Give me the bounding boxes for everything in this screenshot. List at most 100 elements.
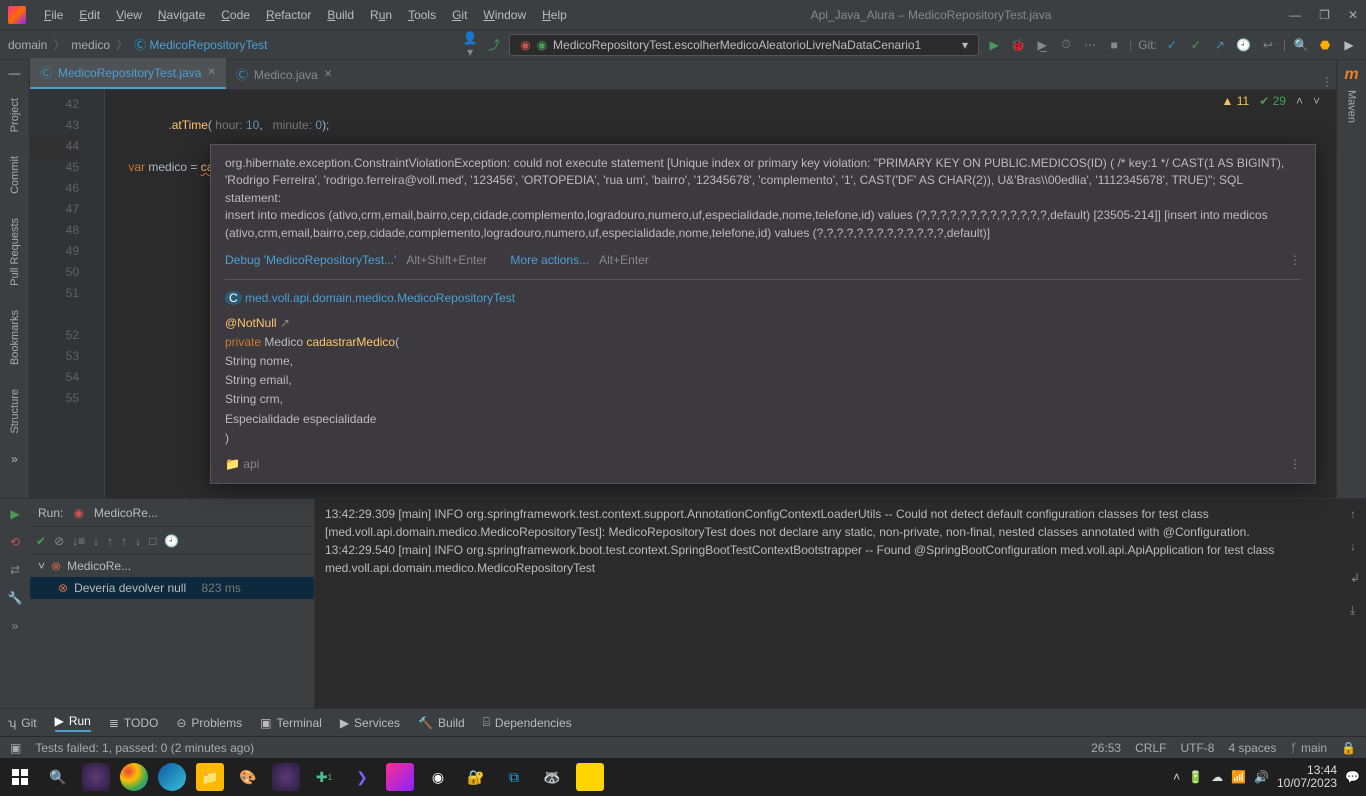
toggle-icon[interactable]: ⇄ bbox=[10, 563, 20, 577]
eclipse2-icon[interactable] bbox=[272, 763, 300, 791]
maximize-button[interactable]: ❐ bbox=[1319, 8, 1330, 22]
tab-medicorepositorytest[interactable]: ⒸMedicoRepositoryTest.java✕ bbox=[30, 58, 226, 89]
git-history-icon[interactable]: 🕘 bbox=[1235, 38, 1253, 52]
eclipse-icon[interactable] bbox=[82, 763, 110, 791]
git-commit-icon[interactable]: ✓ bbox=[1187, 38, 1205, 52]
ide-settings-icon[interactable]: ⬣ bbox=[1316, 38, 1334, 52]
run-config-selector[interactable]: ◉◉ MedicoRepositoryTest.escolherMedicoAl… bbox=[509, 34, 979, 56]
run-icon[interactable]: ▶ bbox=[985, 38, 1003, 52]
export-icon[interactable]: □ bbox=[149, 534, 156, 548]
rerun-icon[interactable]: ▶ bbox=[10, 507, 19, 521]
minimize-button[interactable]: — bbox=[1289, 8, 1301, 22]
test-node-fail[interactable]: ⊗Deveria devolver null 823 ms bbox=[30, 577, 314, 599]
attach-icon[interactable]: ⋯ bbox=[1081, 38, 1099, 52]
next-icon[interactable]: ↓ bbox=[135, 534, 141, 548]
scroll-up-icon[interactable]: ↑ bbox=[1350, 505, 1360, 523]
close-icon[interactable]: ✕ bbox=[324, 69, 332, 80]
explorer-icon[interactable]: 📁 bbox=[196, 763, 224, 791]
app-icon[interactable]: ✚1 bbox=[310, 763, 338, 791]
dependencies-tool-button[interactable]: ⌸ Dependencies bbox=[483, 715, 572, 730]
build-tool-button[interactable]: 🔨 Build bbox=[418, 716, 465, 730]
git-tool-button[interactable]: ʮ Git bbox=[8, 716, 37, 730]
tray-chevron-icon[interactable]: ˄ bbox=[1173, 770, 1180, 784]
intellij-icon[interactable] bbox=[386, 763, 414, 791]
popup-options-icon[interactable]: ⋮ bbox=[1289, 456, 1301, 473]
git-branch[interactable]: ᚶ main bbox=[1290, 741, 1327, 755]
search-icon[interactable]: 🔍 bbox=[1292, 38, 1310, 52]
line-ending[interactable]: CRLF bbox=[1135, 741, 1166, 755]
scroll-down-icon[interactable]: ↓ bbox=[1350, 537, 1360, 555]
project-toolwindow[interactable]: Project bbox=[9, 92, 21, 138]
bookmarks-toolwindow[interactable]: Bookmarks bbox=[9, 304, 21, 371]
maven-icon[interactable]: m bbox=[1344, 66, 1358, 84]
debug-icon[interactable]: 🐞 bbox=[1009, 38, 1027, 52]
caret-position[interactable]: 26:53 bbox=[1091, 741, 1121, 755]
hammer-icon[interactable]: ⤴ bbox=[485, 36, 503, 53]
edge-icon[interactable] bbox=[158, 763, 186, 791]
more-icon[interactable]: » bbox=[11, 452, 18, 466]
indent[interactable]: 4 spaces bbox=[1228, 741, 1276, 755]
run-tool-button[interactable]: ▶ Run bbox=[55, 714, 91, 732]
menu-code[interactable]: Code bbox=[215, 4, 256, 26]
menu-run[interactable]: Run bbox=[364, 4, 398, 26]
tool-windows-icon[interactable]: ▣ bbox=[10, 741, 21, 755]
commit-toolwindow[interactable]: Commit bbox=[9, 150, 21, 200]
more-icon[interactable]: » bbox=[12, 619, 19, 633]
settings-icon[interactable]: 🔧 bbox=[8, 591, 23, 605]
popup-options-icon[interactable]: ⋮ bbox=[1289, 252, 1301, 269]
menu-file[interactable]: File bbox=[38, 4, 69, 26]
git-push-icon[interactable]: ↗ bbox=[1211, 38, 1229, 52]
breadcrumb[interactable]: domain bbox=[8, 38, 47, 52]
menu-refactor[interactable]: Refactor bbox=[260, 4, 317, 26]
obs-icon[interactable]: ◉ bbox=[424, 763, 452, 791]
services-tool-button[interactable]: ▶ Services bbox=[340, 716, 400, 730]
profile-icon[interactable]: ⏱ bbox=[1057, 37, 1075, 52]
prev-icon[interactable]: ↑ bbox=[121, 534, 127, 548]
volume-icon[interactable]: 🔊 bbox=[1254, 770, 1269, 784]
pullrequests-toolwindow[interactable]: Pull Requests bbox=[9, 212, 21, 292]
chrome-icon[interactable] bbox=[120, 763, 148, 791]
onedrive-icon[interactable]: ☁ bbox=[1211, 770, 1223, 784]
menu-git[interactable]: Git bbox=[446, 4, 473, 26]
menu-build[interactable]: Build bbox=[321, 4, 360, 26]
class-path[interactable]: med.voll.api.domain.medico.MedicoReposit… bbox=[245, 291, 515, 305]
problems-tool-button[interactable]: ⊝ Problems bbox=[176, 716, 242, 730]
tab-options-icon[interactable]: ⋮ bbox=[1318, 75, 1336, 89]
sort-icon[interactable]: ↓≡ bbox=[72, 534, 85, 548]
expand-icon[interactable]: ↓ bbox=[93, 534, 99, 548]
debug-action-link[interactable]: Debug 'MedicoRepositoryTest...' bbox=[225, 253, 396, 267]
user-icon[interactable]: 👤▾ bbox=[461, 31, 479, 59]
app-icon[interactable] bbox=[576, 763, 604, 791]
more-actions-link[interactable]: More actions... bbox=[510, 253, 589, 267]
app-icon[interactable]: 🔐 bbox=[462, 763, 490, 791]
soft-wrap-icon[interactable]: ↲ bbox=[1350, 569, 1360, 587]
close-icon[interactable]: ✕ bbox=[207, 67, 215, 78]
maven-toolwindow[interactable]: Maven bbox=[1346, 84, 1358, 129]
menu-tools[interactable]: Tools bbox=[402, 4, 442, 26]
app-icon[interactable]: ❯ bbox=[348, 763, 376, 791]
lock-icon[interactable]: 🔒 bbox=[1341, 741, 1356, 755]
menu-edit[interactable]: Edit bbox=[73, 4, 106, 26]
structure-toolwindow[interactable]: Structure bbox=[9, 383, 21, 440]
search-icon[interactable]: 🔍 bbox=[44, 763, 72, 791]
jetbrains-icon[interactable]: ▶ bbox=[1340, 38, 1358, 52]
pass-filter-icon[interactable]: ✔ bbox=[36, 534, 46, 548]
stop-icon[interactable]: ■ bbox=[1105, 38, 1123, 52]
coverage-icon[interactable]: ▶̲ bbox=[1033, 38, 1051, 52]
battery-icon[interactable]: 🔋 bbox=[1188, 770, 1203, 784]
app-icon[interactable]: 🎨 bbox=[234, 763, 262, 791]
todo-tool-button[interactable]: ≣ TODO bbox=[109, 716, 159, 730]
scroll-end-icon[interactable]: ⤓ bbox=[1350, 601, 1360, 619]
console-output[interactable]: 13:42:29.309 [main] INFO org.springframe… bbox=[315, 499, 1366, 708]
encoding[interactable]: UTF-8 bbox=[1180, 741, 1214, 755]
wifi-icon[interactable]: 📶 bbox=[1231, 770, 1246, 784]
menu-navigate[interactable]: Navigate bbox=[152, 4, 211, 26]
tab-medico[interactable]: ⒸMedico.java✕ bbox=[226, 60, 342, 89]
close-button[interactable]: ✕ bbox=[1348, 8, 1358, 22]
collapse-icon[interactable]: ↑ bbox=[107, 534, 113, 548]
menu-view[interactable]: View bbox=[110, 4, 148, 26]
git-update-icon[interactable]: ✓ bbox=[1163, 38, 1181, 52]
menu-help[interactable]: Help bbox=[536, 4, 573, 26]
test-node-root[interactable]: ˅⊗MedicoRe... bbox=[30, 555, 314, 577]
terminal-tool-button[interactable]: ▣ Terminal bbox=[260, 716, 322, 730]
